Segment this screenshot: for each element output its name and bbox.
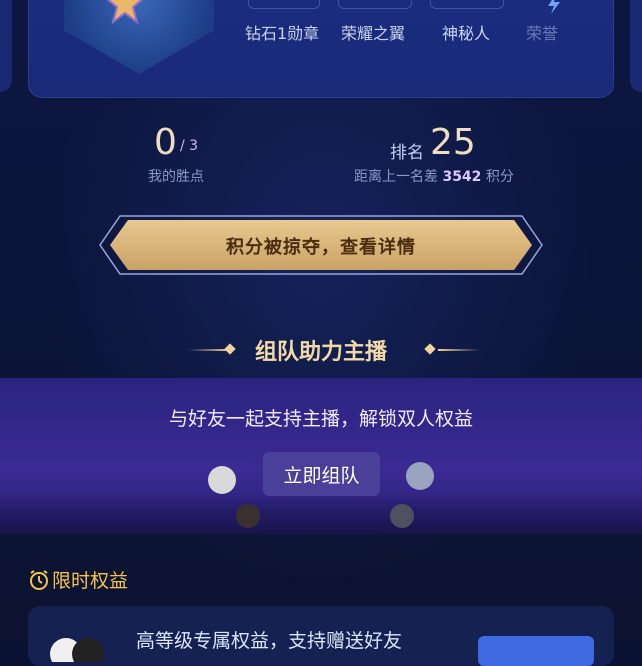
- avatar-friend-2[interactable]: [390, 504, 414, 528]
- avatar-friend-1[interactable]: [236, 504, 260, 528]
- medal-slot-2[interactable]: [338, 0, 412, 9]
- avatar-left[interactable]: [208, 466, 236, 494]
- rank-gap-prefix: 距离上一名差: [354, 169, 438, 185]
- banner-text: 积分被掠夺，查看详情: [226, 237, 416, 258]
- prev-card-edge[interactable]: [0, 0, 12, 92]
- rank-gap-value: 3542: [442, 169, 482, 185]
- rank-label: 排名: [390, 143, 424, 163]
- wins-total: / 3: [180, 138, 199, 154]
- wins-value: 0: [154, 122, 177, 163]
- rank-gap-suffix: 积分: [485, 169, 514, 185]
- limited-rights-title: 限时权益: [28, 566, 128, 593]
- alarm-clock-icon: [30, 569, 48, 590]
- lightning-icon: [548, 0, 560, 14]
- limited-rights-text: 高等级专属权益，支持赠送好友: [136, 630, 403, 652]
- team-section-title: 组队助力主播: [254, 340, 387, 365]
- rank-star-icon: [106, 0, 144, 24]
- team-subtitle: 与好友一起支持主播，解锁双人权益: [168, 408, 473, 430]
- medal-slot-1[interactable]: [248, 0, 320, 9]
- medal-label-honor: 荣誉: [526, 24, 559, 43]
- join-team-button[interactable]: 立即组队: [263, 452, 380, 496]
- points-looted-banner[interactable]: 积分被掠夺，查看详情: [98, 214, 544, 276]
- limited-rights-label: 限时权益: [52, 570, 129, 592]
- medal-label-mystery: 神秘人: [442, 24, 491, 43]
- rank-value: 25: [430, 122, 476, 163]
- medal-label-wings: 荣耀之翼: [341, 24, 406, 43]
- limited-rights-button[interactable]: [478, 636, 594, 666]
- rank-gap: 距离上一名差 3542 积分: [354, 166, 514, 186]
- privilege-icons: [50, 638, 104, 662]
- next-card-edge[interactable]: [630, 0, 642, 92]
- wins-label: 我的胜点: [148, 169, 204, 185]
- medal-slot-3[interactable]: [430, 0, 504, 9]
- medal-label-diamond: 钻石1勋章: [245, 24, 320, 43]
- avatar-right[interactable]: [406, 462, 434, 490]
